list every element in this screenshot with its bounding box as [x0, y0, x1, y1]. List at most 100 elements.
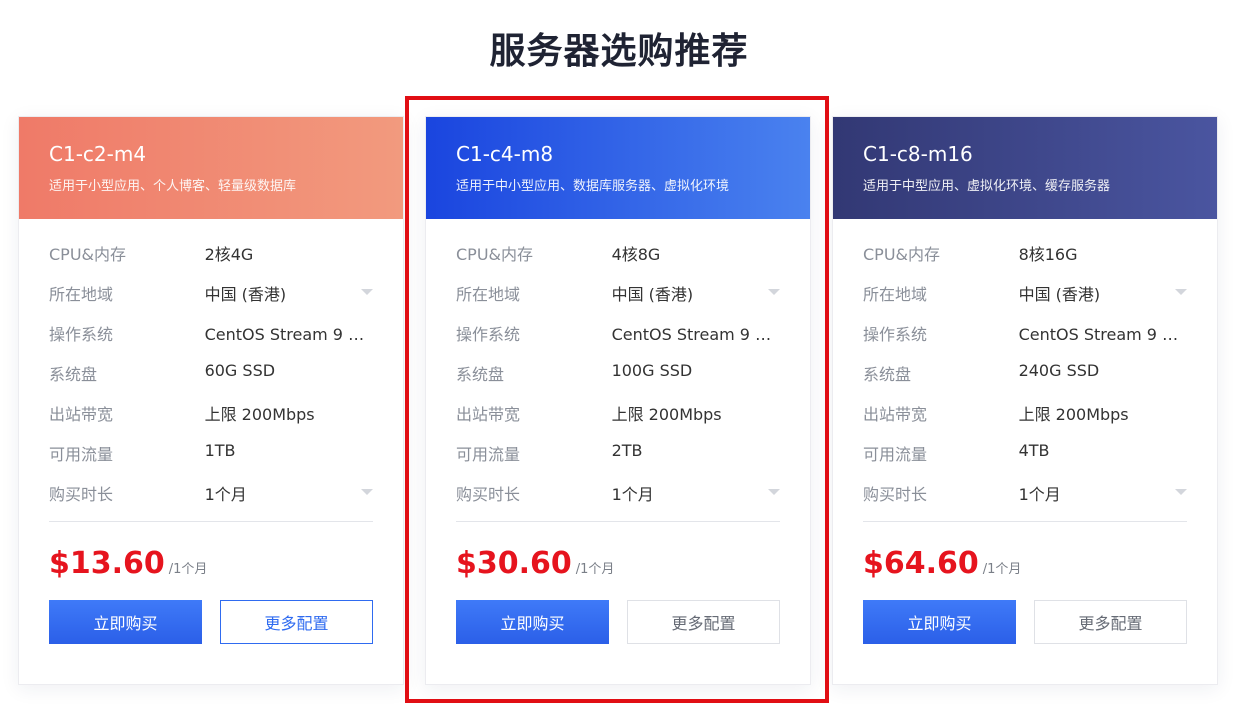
spec-row-disk: 系统盘 240G SSD [863, 361, 1187, 401]
plan-card-c1-c2-m4: C1-c2-m4 适用于小型应用、个人博客、轻量级数据库 CPU&内存 2核4G… [18, 116, 404, 685]
spec-label: 购买时长 [863, 485, 928, 504]
chevron-down-icon[interactable] [361, 289, 373, 295]
plan-name: C1-c8-m16 [863, 142, 973, 166]
plan-card-c1-c4-m8: C1-c4-m8 适用于中小型应用、数据库服务器、虚拟化环境 CPU&内存 4核… [425, 116, 811, 685]
spec-row-cpu: CPU&内存 2核4G [49, 241, 373, 281]
spec-label: 购买时长 [49, 485, 114, 504]
plan-card-header: C1-c8-m16 适用于中型应用、虚拟化环境、缓存服务器 [833, 117, 1217, 219]
button-row: 立即购买 更多配置 [426, 600, 810, 644]
more-config-button[interactable]: 更多配置 [220, 600, 373, 644]
plan-name: C1-c4-m8 [456, 142, 554, 166]
duration-select[interactable]: 购买时长 1个月 [456, 481, 780, 521]
price-period: /1个月 [575, 562, 615, 577]
duration-select-value[interactable]: 1个月 [612, 481, 780, 505]
spec-row-traffic: 可用流量 1TB [49, 441, 373, 481]
region-select-value[interactable]: 中国 (香港) [1019, 281, 1187, 305]
page-title: 服务器选购推荐 [489, 31, 749, 72]
spec-value: CentOS Stream 9 64位 [611, 325, 780, 344]
buy-now-button[interactable]: 立即购买 [49, 600, 202, 644]
spec-label: 所在地域 [863, 285, 928, 304]
buy-now-button[interactable]: 立即购买 [863, 600, 1016, 644]
spec-list: CPU&内存 2核4G 所在地域 中国 (香港) 操作系统 CentOS Str… [19, 219, 403, 521]
spec-row-os: 操作系统 CentOS Stream 9 64位 [456, 321, 780, 361]
spec-label: 可用流量 [863, 445, 928, 464]
spec-row-cpu: CPU&内存 8核16G [863, 241, 1187, 281]
plan-card-header: C1-c2-m4 适用于小型应用、个人博客、轻量级数据库 [19, 117, 403, 219]
spec-value: 60G SSD [204, 361, 276, 380]
plan-description: 适用于中型应用、虚拟化环境、缓存服务器 [863, 179, 1111, 194]
duration-select[interactable]: 购买时长 1个月 [863, 481, 1187, 521]
price-row: $64.60 /1个月 [833, 522, 1217, 600]
spec-value: 1TB [204, 441, 236, 460]
button-row: 立即购买 更多配置 [19, 600, 403, 644]
chevron-down-icon[interactable] [361, 489, 373, 495]
chevron-down-icon[interactable] [768, 489, 780, 495]
spec-value: 4TB [1018, 441, 1050, 460]
price: $30.60 [456, 546, 572, 581]
plan-description: 适用于小型应用、个人博客、轻量级数据库 [49, 179, 297, 194]
spec-value: 8核16G [1018, 245, 1078, 264]
spec-label: 所在地域 [49, 285, 114, 304]
price-period: /1个月 [982, 562, 1022, 577]
spec-row-cpu: CPU&内存 4核8G [456, 241, 780, 281]
buy-now-button[interactable]: 立即购买 [456, 600, 609, 644]
spec-value: 上限 200Mbps [204, 405, 315, 424]
plan-card-c1-c8-m16: C1-c8-m16 适用于中型应用、虚拟化环境、缓存服务器 CPU&内存 8核1… [832, 116, 1218, 685]
spec-label: CPU&内存 [456, 245, 534, 264]
spec-value: CentOS Stream 9 64位 [204, 325, 373, 344]
spec-label: 可用流量 [456, 445, 521, 464]
duration-select-value[interactable]: 1个月 [1019, 481, 1187, 505]
button-row: 立即购买 更多配置 [833, 600, 1217, 644]
price-row: $13.60 /1个月 [19, 522, 403, 600]
plan-description: 适用于中小型应用、数据库服务器、虚拟化环境 [456, 179, 730, 194]
spec-row-os: 操作系统 CentOS Stream 9 64位 [863, 321, 1187, 361]
spec-row-disk: 系统盘 100G SSD [456, 361, 780, 401]
more-config-button[interactable]: 更多配置 [627, 600, 780, 644]
spec-label: 操作系统 [456, 325, 521, 344]
spec-value: 100G SSD [611, 361, 693, 380]
price: $64.60 [863, 546, 979, 581]
spec-label: 操作系统 [49, 325, 114, 344]
duration-select-value[interactable]: 1个月 [205, 481, 373, 505]
spec-row-os: 操作系统 CentOS Stream 9 64位 [49, 321, 373, 361]
spec-label: CPU&内存 [49, 245, 127, 264]
region-select[interactable]: 所在地域 中国 (香港) [863, 281, 1187, 321]
spec-label: 可用流量 [49, 445, 114, 464]
plan-name: C1-c2-m4 [49, 142, 147, 166]
spec-list: CPU&内存 8核16G 所在地域 中国 (香港) 操作系统 CentOS St… [833, 219, 1217, 521]
spec-value: 上限 200Mbps [1018, 405, 1129, 424]
duration-select[interactable]: 购买时长 1个月 [49, 481, 373, 521]
region-select[interactable]: 所在地域 中国 (香港) [456, 281, 780, 321]
spec-row-disk: 系统盘 60G SSD [49, 361, 373, 401]
spec-value: 240G SSD [1018, 361, 1100, 380]
price-row: $30.60 /1个月 [426, 522, 810, 600]
spec-row-bandwidth: 出站带宽 上限 200Mbps [49, 401, 373, 441]
more-config-button[interactable]: 更多配置 [1034, 600, 1187, 644]
spec-label: 系统盘 [49, 365, 98, 384]
spec-label: 操作系统 [863, 325, 928, 344]
spec-value: 上限 200Mbps [611, 405, 722, 424]
spec-value: 4核8G [611, 245, 661, 264]
region-select-value[interactable]: 中国 (香港) [612, 281, 780, 305]
spec-label: 系统盘 [863, 365, 912, 384]
spec-label: 所在地域 [456, 285, 521, 304]
region-select[interactable]: 所在地域 中国 (香港) [49, 281, 373, 321]
region-select-value[interactable]: 中国 (香港) [205, 281, 373, 305]
spec-row-bandwidth: 出站带宽 上限 200Mbps [863, 401, 1187, 441]
plan-card-header: C1-c4-m8 适用于中小型应用、数据库服务器、虚拟化环境 [426, 117, 810, 219]
spec-label: 出站带宽 [49, 405, 114, 424]
spec-label: 系统盘 [456, 365, 505, 384]
spec-value: CentOS Stream 9 64位 [1018, 325, 1187, 344]
chevron-down-icon[interactable] [1175, 489, 1187, 495]
spec-list: CPU&内存 4核8G 所在地域 中国 (香港) 操作系统 CentOS Str… [426, 219, 810, 521]
spec-label: 出站带宽 [456, 405, 521, 424]
price-period: /1个月 [168, 562, 208, 577]
spec-value: 2核4G [204, 245, 254, 264]
chevron-down-icon[interactable] [1175, 289, 1187, 295]
price: $13.60 [49, 546, 165, 581]
spec-row-bandwidth: 出站带宽 上限 200Mbps [456, 401, 780, 441]
spec-value: 2TB [611, 441, 643, 460]
spec-label: 出站带宽 [863, 405, 928, 424]
chevron-down-icon[interactable] [768, 289, 780, 295]
spec-row-traffic: 可用流量 4TB [863, 441, 1187, 481]
